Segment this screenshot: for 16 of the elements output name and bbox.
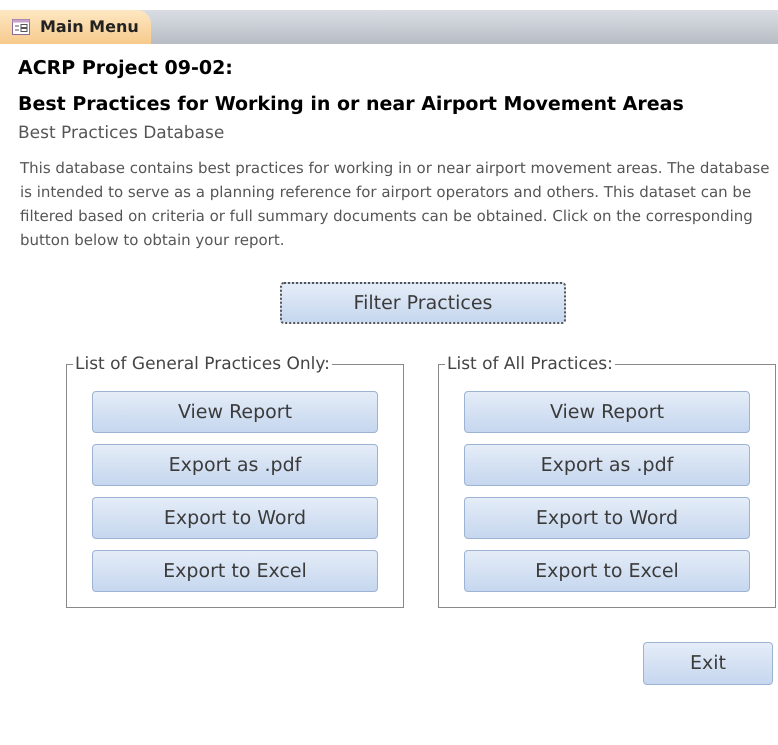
action-button[interactable]: View Report: [92, 391, 378, 433]
description-text: This database contains best practices for working in or near airport movement areas. The database is intended to serve as a planning reference for airport operators and others. This dataset can be filtered based on criteria or full summary documents can be obtained. Click on the corresponding button below to obtain your report.: [20, 158, 770, 251]
form-title: Best Practices for Working in or near Airport Movement Areas: [18, 92, 685, 117]
form-icon: [12, 19, 30, 35]
filter-practices-button[interactable]: Filter Practices: [280, 282, 566, 324]
form-subtitle: Best Practices Database: [18, 122, 226, 144]
action-button[interactable]: Export to Word: [92, 497, 378, 539]
action-button[interactable]: Export to Excel: [464, 550, 750, 592]
action-button[interactable]: Export to Excel: [92, 550, 378, 592]
action-button[interactable]: Export as .pdf: [92, 444, 378, 486]
exit-button[interactable]: Exit: [643, 642, 773, 685]
action-button[interactable]: View Report: [464, 391, 750, 433]
action-button[interactable]: Export to Word: [464, 497, 750, 539]
action-button[interactable]: Export as .pdf: [464, 444, 750, 486]
form-title: ACRP Project 09-02:: [18, 56, 234, 81]
form-tab[interactable]: Main Menu: [0, 10, 151, 44]
